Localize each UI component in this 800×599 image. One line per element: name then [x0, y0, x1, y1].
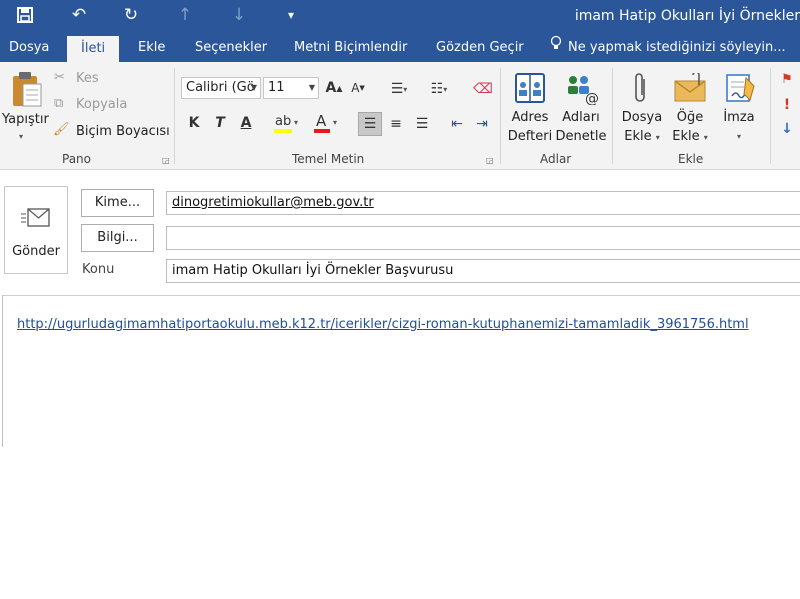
- signature-dropdown-icon[interactable]: ▾: [734, 132, 744, 141]
- chevron-down-icon: ▾: [655, 133, 660, 142]
- low-importance-icon[interactable]: ↓: [778, 120, 796, 138]
- to-field[interactable]: dinogretimiokullar@meb.gov.tr: [166, 191, 800, 215]
- redo-icon[interactable]: ↻: [114, 0, 148, 30]
- tab-dosya[interactable]: Dosya: [9, 34, 49, 62]
- svg-text:@: @: [585, 91, 599, 105]
- cc-button[interactable]: Bilgi...: [81, 224, 154, 252]
- ribbon: Yapıştır ▾ ✂ Kes ⧉ Kopyala 🖌 Biçim Boyac…: [0, 62, 800, 170]
- paste-icon[interactable]: [8, 68, 46, 110]
- svg-text:▾: ▾: [294, 118, 298, 127]
- paste-dropdown-icon[interactable]: ▾: [19, 132, 23, 141]
- arrow-down-icon[interactable]: ↓: [224, 0, 254, 30]
- address-book-icon[interactable]: [511, 68, 549, 108]
- group-separator: [500, 68, 501, 164]
- send-button[interactable]: Gönder: [4, 186, 68, 274]
- flag-icon[interactable]: ⚑: [778, 70, 796, 88]
- tab-gozden-gecir[interactable]: Gözden Geçir: [436, 34, 524, 62]
- format-painter-icon[interactable]: 🖌: [53, 122, 70, 137]
- tell-me-box[interactable]: Ne yapmak istediğinizi söyleyin...: [550, 34, 786, 62]
- tab-metni-bicimlendir[interactable]: Metni Biçimlendir: [294, 34, 407, 62]
- subject-field[interactable]: imam Hatip Okulları İyi Örnekler Başvuru…: [166, 259, 800, 283]
- svg-text:A: A: [316, 112, 327, 130]
- check-names-label-2[interactable]: Denetle: [555, 129, 607, 144]
- window-title: imam Hatip Okulları İyi Örnekler: [574, 8, 800, 24]
- attach-item-label-2: Ekle: [672, 129, 700, 144]
- bullets-icon[interactable]: ☰ ▾: [382, 78, 416, 100]
- italic-button[interactable]: T: [210, 112, 230, 134]
- align-right-icon[interactable]: ☰: [410, 112, 434, 136]
- group-separator: [174, 68, 175, 164]
- tab-ileti[interactable]: İleti: [67, 36, 120, 62]
- check-names-label-1[interactable]: Adları: [559, 110, 603, 125]
- address-book-label-1[interactable]: Adres: [509, 110, 551, 125]
- group-label-ekle: Ekle: [678, 152, 704, 166]
- increase-indent-icon[interactable]: ⇥: [471, 112, 493, 136]
- tell-me-text: Ne yapmak istediğinizi söyleyin...: [568, 40, 786, 55]
- to-button[interactable]: Kime...: [81, 189, 154, 217]
- group-label-adlar: Adlar: [540, 152, 572, 166]
- font-size-value: 11: [268, 80, 285, 95]
- title-bar: ↶ ↻ ↑ ↓ ▾ imam Hatip Okulları İyi Örnekl…: [0, 0, 800, 34]
- paperclip-icon[interactable]: [626, 68, 656, 108]
- lightbulb-icon: [550, 34, 562, 62]
- shrink-font-icon[interactable]: A ▼: [348, 77, 368, 99]
- align-center-icon[interactable]: ≡: [384, 112, 408, 136]
- body-link[interactable]: http://ugurludagimamhatiportaokulu.meb.k…: [17, 317, 749, 332]
- to-recipient[interactable]: dinogretimiokullar@meb.gov.tr: [172, 195, 374, 210]
- cut-icon[interactable]: ✂: [54, 70, 65, 85]
- signature-icon[interactable]: [722, 68, 758, 108]
- temel-metin-dialog-launcher-icon[interactable]: ◲: [486, 156, 494, 165]
- check-names-icon[interactable]: @: [561, 68, 601, 108]
- attach-item-button[interactable]: Ekle ▾: [666, 129, 714, 144]
- arrow-up-icon[interactable]: ↑: [170, 0, 200, 30]
- cc-field[interactable]: [166, 226, 800, 250]
- chevron-down-icon: ▼: [308, 83, 315, 92]
- ribbon-tab-bar: Dosya İleti Ekle Seçenekler Metni Biçiml…: [0, 34, 800, 62]
- chevron-down-icon: ▼: [250, 83, 257, 92]
- undo-icon[interactable]: ↶: [62, 0, 96, 30]
- signature-label[interactable]: İmza: [718, 110, 760, 125]
- font-size-combo[interactable]: 11 ▼: [263, 77, 319, 99]
- highlight-color-icon[interactable]: ab ▾: [266, 110, 306, 136]
- font-color-icon[interactable]: A ▾: [308, 110, 344, 136]
- chevron-down-icon: ▾: [703, 133, 708, 142]
- format-painter-button[interactable]: Biçim Boyacısı: [76, 124, 170, 139]
- group-label-temel-metin: Temel Metin: [292, 152, 365, 166]
- svg-text:▾: ▾: [333, 118, 337, 127]
- pano-dialog-launcher-icon[interactable]: ◲: [162, 156, 170, 165]
- paste-button-label[interactable]: Yapıştır: [2, 112, 49, 127]
- attach-file-label-1[interactable]: Dosya: [620, 110, 664, 125]
- cut-button[interactable]: Kes: [76, 71, 99, 86]
- underline-button[interactable]: A: [236, 112, 256, 134]
- high-importance-icon[interactable]: !: [778, 96, 796, 114]
- grow-font-icon[interactable]: A ▲: [324, 77, 344, 99]
- copy-icon[interactable]: ⧉: [54, 96, 63, 111]
- group-label-pano: Pano: [62, 152, 91, 166]
- envelope-icon[interactable]: [672, 68, 708, 108]
- send-button-label: Gönder: [12, 244, 60, 259]
- message-body[interactable]: http://ugurludagimamhatiportaokulu.meb.k…: [2, 295, 800, 447]
- tab-secenekler[interactable]: Seçenekler: [195, 34, 267, 62]
- attach-file-label-2: Ekle: [624, 129, 652, 144]
- bold-button[interactable]: K: [184, 112, 204, 134]
- font-name-combo[interactable]: Calibri (Gö ▼: [181, 77, 261, 99]
- svg-text:ab: ab: [275, 114, 291, 129]
- numbering-icon[interactable]: ☷ ▾: [422, 78, 456, 100]
- align-left-icon[interactable]: ☰: [358, 112, 382, 136]
- address-book-label-2[interactable]: Defteri: [506, 129, 554, 144]
- attach-item-label-1[interactable]: Öğe: [668, 110, 712, 125]
- save-icon[interactable]: [8, 0, 42, 30]
- decrease-indent-icon[interactable]: ⇤: [446, 112, 468, 136]
- customize-quick-access-icon[interactable]: ▾: [278, 0, 304, 30]
- font-name-value: Calibri (Gö: [186, 80, 255, 95]
- copy-button[interactable]: Kopyala: [76, 97, 127, 112]
- group-separator: [770, 68, 771, 164]
- attach-file-button[interactable]: Ekle ▾: [620, 129, 664, 144]
- tab-ekle[interactable]: Ekle: [138, 34, 165, 62]
- outlook-compose-window: ↶ ↻ ↑ ↓ ▾ imam Hatip Okulları İyi Örnekl…: [0, 0, 800, 599]
- clear-formatting-icon[interactable]: ⌫: [472, 78, 494, 100]
- send-envelope-icon: [21, 207, 51, 233]
- subject-label: Konu: [82, 262, 115, 277]
- group-separator: [612, 68, 613, 164]
